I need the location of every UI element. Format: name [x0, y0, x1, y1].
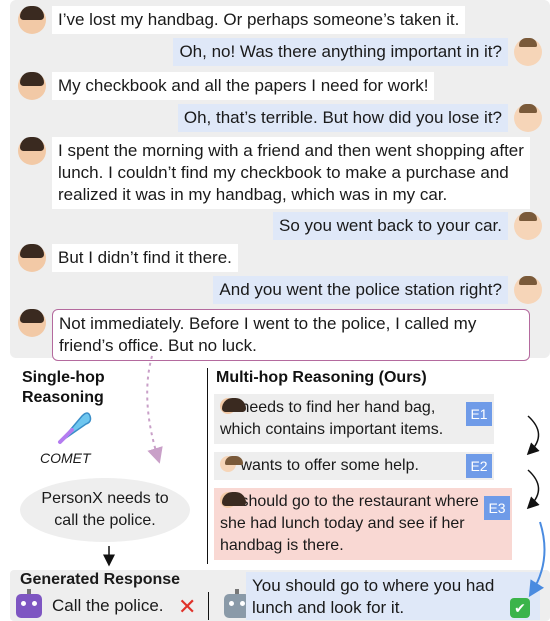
- e1-to-e2-arrow: [526, 415, 540, 456]
- inference-arrow: [146, 355, 163, 464]
- e2-to-e3-arrow: [526, 469, 540, 510]
- e3-to-response-arrow: [528, 521, 546, 598]
- arrows-overlay: [103, 355, 546, 598]
